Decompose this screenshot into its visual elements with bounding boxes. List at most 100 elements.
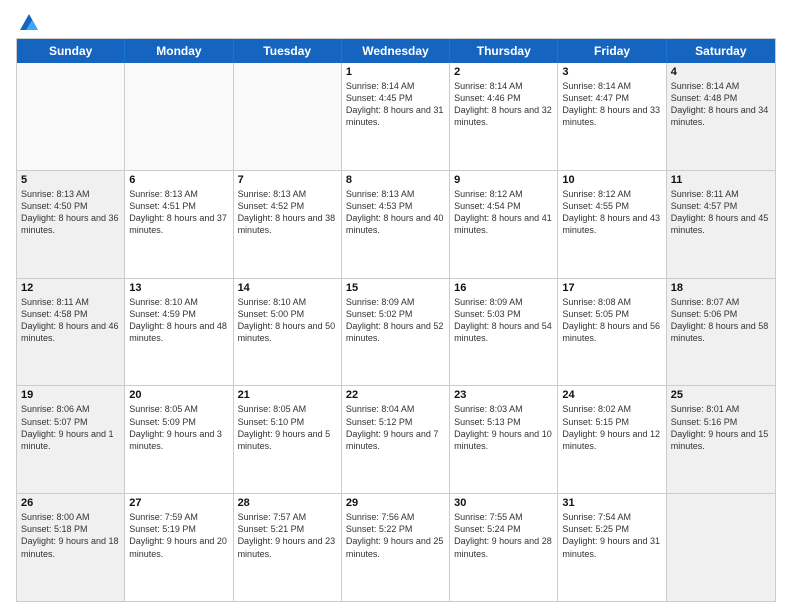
day-info: Sunrise: 8:09 AM Sunset: 5:02 PM Dayligh…	[346, 296, 445, 345]
day-number: 5	[21, 174, 120, 186]
day-number: 26	[21, 497, 120, 509]
cal-cell-18: 18Sunrise: 8:07 AM Sunset: 5:06 PM Dayli…	[667, 279, 775, 386]
day-info: Sunrise: 7:57 AM Sunset: 5:21 PM Dayligh…	[238, 511, 337, 560]
day-info: Sunrise: 7:55 AM Sunset: 5:24 PM Dayligh…	[454, 511, 553, 560]
day-number: 9	[454, 174, 553, 186]
cal-cell-15: 15 Sunrise: 8:09 AM Sunset: 5:02 PM Dayli…	[342, 279, 450, 386]
cal-cell-28: 28 Sunrise: 7:57 AM Sunset: 5:21 PM Dayli…	[234, 494, 342, 601]
cal-week-3: 19Sunrise: 8:06 AM Sunset: 5:07 PM Dayli…	[17, 385, 775, 493]
header	[16, 12, 776, 30]
cal-cell-27: 27Sunrise: 7:59 AM Sunset: 5:19 PM Dayli…	[125, 494, 233, 601]
day-number: 21	[238, 389, 337, 401]
day-number: 31	[562, 497, 661, 509]
cal-cell-22: 22 Sunrise: 8:04 AM Sunset: 5:12 PM Dayli…	[342, 386, 450, 493]
day-info: Sunrise: 8:13 AM Sunset: 4:52 PM Dayligh…	[238, 188, 337, 237]
cal-header-thursday: Thursday	[450, 39, 558, 63]
cal-cell-empty	[667, 494, 775, 601]
day-number: 12	[21, 282, 120, 294]
day-number: 15	[346, 282, 445, 294]
day-info: Sunrise: 8:13 AM Sunset: 4:53 PM Dayligh…	[346, 188, 445, 237]
cal-cell-10: 10 Sunrise: 8:12 AM Sunset: 4:55 PM Dayli…	[558, 171, 666, 278]
cal-cell-30: 30 Sunrise: 7:55 AM Sunset: 5:24 PM Dayli…	[450, 494, 558, 601]
cal-cell-empty	[125, 63, 233, 170]
cal-week-4: 26 Sunrise: 8:00 AM Sunset: 5:18 PM Dayli…	[17, 493, 775, 601]
calendar: SundayMondayTuesdayWednesdayThursdayFrid…	[16, 38, 776, 602]
day-info: Sunrise: 8:00 AM Sunset: 5:18 PM Dayligh…	[21, 511, 120, 560]
day-info: Sunrise: 8:13 AM Sunset: 4:51 PM Dayligh…	[129, 188, 228, 237]
cal-cell-5: 5 Sunrise: 8:13 AM Sunset: 4:50 PM Daylig…	[17, 171, 125, 278]
cal-week-1: 5 Sunrise: 8:13 AM Sunset: 4:50 PM Daylig…	[17, 170, 775, 278]
day-number: 16	[454, 282, 553, 294]
cal-cell-empty	[17, 63, 125, 170]
day-number: 30	[454, 497, 553, 509]
cal-header-wednesday: Wednesday	[342, 39, 450, 63]
day-number: 4	[671, 66, 771, 78]
cal-cell-empty	[234, 63, 342, 170]
day-number: 11	[671, 174, 771, 186]
day-info: Sunrise: 8:14 AM Sunset: 4:45 PM Dayligh…	[346, 80, 445, 129]
day-info: Sunrise: 8:08 AM Sunset: 5:05 PM Dayligh…	[562, 296, 661, 345]
cal-cell-29: 29Sunrise: 7:56 AM Sunset: 5:22 PM Dayli…	[342, 494, 450, 601]
logo-icon	[18, 12, 40, 34]
day-info: Sunrise: 8:14 AM Sunset: 4:46 PM Dayligh…	[454, 80, 553, 129]
day-number: 28	[238, 497, 337, 509]
day-info: Sunrise: 8:06 AM Sunset: 5:07 PM Dayligh…	[21, 403, 120, 452]
day-info: Sunrise: 8:03 AM Sunset: 5:13 PM Dayligh…	[454, 403, 553, 452]
day-number: 13	[129, 282, 228, 294]
cal-header-sunday: Sunday	[17, 39, 125, 63]
cal-cell-9: 9 Sunrise: 8:12 AM Sunset: 4:54 PM Daylig…	[450, 171, 558, 278]
cal-cell-1: 1 Sunrise: 8:14 AM Sunset: 4:45 PM Daylig…	[342, 63, 450, 170]
day-info: Sunrise: 8:02 AM Sunset: 5:15 PM Dayligh…	[562, 403, 661, 452]
cal-cell-24: 24 Sunrise: 8:02 AM Sunset: 5:15 PM Dayli…	[558, 386, 666, 493]
cal-cell-6: 6Sunrise: 8:13 AM Sunset: 4:51 PM Daylig…	[125, 171, 233, 278]
day-number: 8	[346, 174, 445, 186]
day-info: Sunrise: 8:11 AM Sunset: 4:57 PM Dayligh…	[671, 188, 771, 237]
cal-header-friday: Friday	[558, 39, 666, 63]
page: SundayMondayTuesdayWednesdayThursdayFrid…	[0, 0, 792, 612]
day-info: Sunrise: 8:11 AM Sunset: 4:58 PM Dayligh…	[21, 296, 120, 345]
day-number: 23	[454, 389, 553, 401]
cal-cell-8: 8 Sunrise: 8:13 AM Sunset: 4:53 PM Daylig…	[342, 171, 450, 278]
cal-week-2: 12 Sunrise: 8:11 AM Sunset: 4:58 PM Dayli…	[17, 278, 775, 386]
day-number: 3	[562, 66, 661, 78]
day-number: 24	[562, 389, 661, 401]
day-number: 22	[346, 389, 445, 401]
cal-header-tuesday: Tuesday	[234, 39, 342, 63]
cal-cell-20: 20 Sunrise: 8:05 AM Sunset: 5:09 PM Dayli…	[125, 386, 233, 493]
day-info: Sunrise: 8:13 AM Sunset: 4:50 PM Dayligh…	[21, 188, 120, 237]
day-info: Sunrise: 8:14 AM Sunset: 4:48 PM Dayligh…	[671, 80, 771, 129]
cal-cell-17: 17 Sunrise: 8:08 AM Sunset: 5:05 PM Dayli…	[558, 279, 666, 386]
day-number: 7	[238, 174, 337, 186]
day-info: Sunrise: 8:05 AM Sunset: 5:09 PM Dayligh…	[129, 403, 228, 452]
day-number: 1	[346, 66, 445, 78]
day-info: Sunrise: 8:10 AM Sunset: 5:00 PM Dayligh…	[238, 296, 337, 345]
day-info: Sunrise: 8:09 AM Sunset: 5:03 PM Dayligh…	[454, 296, 553, 345]
day-number: 17	[562, 282, 661, 294]
calendar-body: 1 Sunrise: 8:14 AM Sunset: 4:45 PM Daylig…	[17, 63, 775, 601]
day-info: Sunrise: 8:05 AM Sunset: 5:10 PM Dayligh…	[238, 403, 337, 452]
day-info: Sunrise: 8:12 AM Sunset: 4:55 PM Dayligh…	[562, 188, 661, 237]
cal-cell-23: 23 Sunrise: 8:03 AM Sunset: 5:13 PM Dayli…	[450, 386, 558, 493]
cal-cell-25: 25Sunrise: 8:01 AM Sunset: 5:16 PM Dayli…	[667, 386, 775, 493]
day-info: Sunrise: 8:14 AM Sunset: 4:47 PM Dayligh…	[562, 80, 661, 129]
cal-cell-26: 26 Sunrise: 8:00 AM Sunset: 5:18 PM Dayli…	[17, 494, 125, 601]
cal-cell-2: 2Sunrise: 8:14 AM Sunset: 4:46 PM Daylig…	[450, 63, 558, 170]
cal-cell-3: 3 Sunrise: 8:14 AM Sunset: 4:47 PM Daylig…	[558, 63, 666, 170]
cal-cell-19: 19Sunrise: 8:06 AM Sunset: 5:07 PM Dayli…	[17, 386, 125, 493]
cal-header-saturday: Saturday	[667, 39, 775, 63]
cal-cell-13: 13 Sunrise: 8:10 AM Sunset: 4:59 PM Dayli…	[125, 279, 233, 386]
day-number: 20	[129, 389, 228, 401]
day-info: Sunrise: 7:56 AM Sunset: 5:22 PM Dayligh…	[346, 511, 445, 560]
logo	[16, 12, 40, 30]
cal-cell-12: 12 Sunrise: 8:11 AM Sunset: 4:58 PM Dayli…	[17, 279, 125, 386]
day-info: Sunrise: 8:04 AM Sunset: 5:12 PM Dayligh…	[346, 403, 445, 452]
day-info: Sunrise: 7:54 AM Sunset: 5:25 PM Dayligh…	[562, 511, 661, 560]
cal-cell-4: 4 Sunrise: 8:14 AM Sunset: 4:48 PM Daylig…	[667, 63, 775, 170]
day-info: Sunrise: 8:10 AM Sunset: 4:59 PM Dayligh…	[129, 296, 228, 345]
day-info: Sunrise: 8:07 AM Sunset: 5:06 PM Dayligh…	[671, 296, 771, 345]
calendar-header-row: SundayMondayTuesdayWednesdayThursdayFrid…	[17, 39, 775, 63]
day-number: 25	[671, 389, 771, 401]
cal-cell-16: 16 Sunrise: 8:09 AM Sunset: 5:03 PM Dayli…	[450, 279, 558, 386]
day-number: 10	[562, 174, 661, 186]
day-info: Sunrise: 8:12 AM Sunset: 4:54 PM Dayligh…	[454, 188, 553, 237]
